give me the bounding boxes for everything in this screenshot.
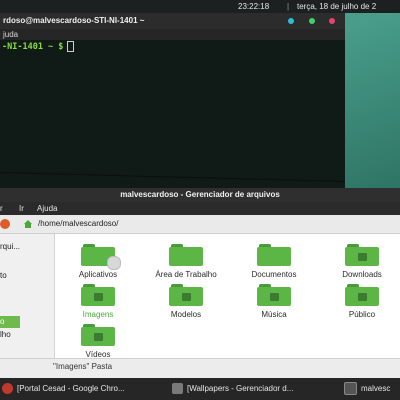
folder-icon xyxy=(169,284,203,306)
path-field[interactable]: /home/malvescardoso/ xyxy=(38,217,118,231)
location-bar: /home/malvescardoso/ xyxy=(0,215,400,234)
folder-icon xyxy=(257,244,291,266)
wallpaper-reflection-line xyxy=(0,172,345,183)
file-item[interactable]: Documentos xyxy=(238,244,310,279)
file-manager-menubar: r Ir Ajuda xyxy=(0,202,400,215)
file-manager-icon xyxy=(172,383,183,395)
menu-ver[interactable]: r xyxy=(0,202,3,215)
file-manager-title: malvescardoso - Gerenciador de arquivos xyxy=(120,190,280,199)
close-icon[interactable] xyxy=(329,18,335,24)
terminal-icon xyxy=(344,382,357,396)
terminal-prompt: -NI-1401 ~ $ xyxy=(2,41,75,52)
app-icon[interactable] xyxy=(0,219,10,229)
prompt-text: -NI-1401 ~ $ xyxy=(2,42,64,52)
terminal-body[interactable]: -NI-1401 ~ $ xyxy=(0,40,345,188)
file-item[interactable]: Música xyxy=(238,284,310,319)
status-text: "Imagens" Pasta xyxy=(53,362,113,371)
file-item[interactable]: Área de Trabalho xyxy=(150,244,222,279)
image-folder-icon xyxy=(81,284,115,306)
file-item[interactable]: Público xyxy=(326,284,398,319)
download-folder-icon xyxy=(345,244,379,266)
terminal-title: rdoso@malvescardoso-STI-NI-1401 ~ xyxy=(3,16,145,25)
terminal-window[interactable]: rdoso@malvescardoso-STI-NI-1401 ~ juda -… xyxy=(0,13,345,188)
video-folder-icon xyxy=(81,324,115,346)
file-item[interactable]: Downloads xyxy=(326,244,398,279)
terminal-titlebar[interactable]: rdoso@malvescardoso-STI-NI-1401 ~ xyxy=(0,13,345,29)
sidebar-item-desktop[interactable]: to xyxy=(0,271,7,280)
date-label[interactable]: terça, 18 de julho de 2 xyxy=(297,0,376,13)
taskbar-item-terminal[interactable]: malvesc xyxy=(344,381,400,397)
menu-ajuda[interactable]: Ajuda xyxy=(37,202,57,215)
menu-ajuda[interactable]: juda xyxy=(3,30,18,39)
music-folder-icon xyxy=(257,284,291,306)
home-icon[interactable] xyxy=(23,219,33,229)
menu-ir[interactable]: Ir xyxy=(19,202,24,215)
file-item-selected[interactable]: Imagens xyxy=(62,284,134,319)
gear-folder-icon xyxy=(81,244,121,270)
file-item[interactable]: Aplicativos xyxy=(62,244,134,279)
sidebar-item-trabalho[interactable]: lho xyxy=(0,330,11,339)
maximize-icon[interactable] xyxy=(309,18,315,24)
terminal-menubar: juda xyxy=(0,29,345,40)
file-manager-window[interactable]: malvescardoso - Gerenciador de arquivos … xyxy=(0,188,400,379)
taskbar: [Portal Cesad - Google Chro... [Wallpape… xyxy=(0,378,400,400)
top-panel: 23:22:18 | terça, 18 de julho de 2 xyxy=(0,0,400,13)
taskbar-item-file-manager[interactable]: [Wallpapers - Gerenciador d... xyxy=(172,381,332,397)
folder-icon xyxy=(169,244,203,266)
sidebar: rqui... to o lho xyxy=(0,234,55,358)
terminal-cursor xyxy=(67,41,75,52)
user-folder-icon xyxy=(345,284,379,306)
wallpaper-visible-strip xyxy=(345,13,400,188)
file-grid: Aplicativos Área de Trabalho Documentos … xyxy=(55,234,400,359)
clock[interactable]: 23:22:18 xyxy=(238,0,269,13)
chrome-icon xyxy=(2,383,13,395)
minimize-icon[interactable] xyxy=(288,18,294,24)
file-item[interactable]: Modelos xyxy=(150,284,222,319)
file-item[interactable]: Vídeos xyxy=(62,324,134,359)
status-bar: "Imagens" Pasta xyxy=(0,358,400,379)
sidebar-item-sistema-arquivos[interactable]: rqui... xyxy=(0,242,20,251)
panel-separator: | xyxy=(287,2,290,11)
sidebar-item-selected[interactable]: o xyxy=(0,316,20,328)
file-manager-titlebar[interactable]: malvescardoso - Gerenciador de arquivos xyxy=(0,188,400,202)
taskbar-item-chrome[interactable]: [Portal Cesad - Google Chro... xyxy=(2,381,160,397)
